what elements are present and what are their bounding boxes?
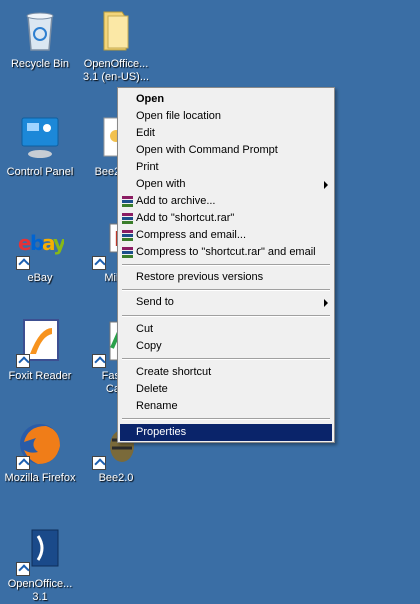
menu-item-open-with-command-prompt[interactable]: Open with Command Prompt <box>120 142 332 159</box>
winrar-icon <box>122 213 133 224</box>
svg-text:y: y <box>53 231 64 255</box>
folder-icon <box>92 6 140 54</box>
context-menu: Open Open file location Edit Open with C… <box>117 87 335 443</box>
control-panel-icon <box>16 114 64 162</box>
shortcut-arrow-icon <box>16 562 30 576</box>
menu-item-open-file-location[interactable]: Open file location <box>120 108 332 125</box>
winrar-icon <box>122 196 133 207</box>
menu-item-compress-and-email[interactable]: Compress and email... <box>120 227 332 244</box>
menu-separator <box>122 315 330 317</box>
desktop-icon-mozilla-firefox[interactable]: Mozilla Firefox <box>0 420 80 485</box>
shortcut-arrow-icon <box>16 256 30 270</box>
menu-item-label: Add to archive... <box>136 195 216 207</box>
desktop-icon-openoffice-folder[interactable]: OpenOffice... 3.1 (en-US)... <box>76 6 156 84</box>
menu-item-add-to-shortcut-rar[interactable]: Add to "shortcut.rar" <box>120 210 332 227</box>
menu-separator <box>122 264 330 266</box>
shortcut-arrow-icon <box>92 256 106 270</box>
menu-item-label: Add to "shortcut.rar" <box>136 212 235 224</box>
winrar-icon <box>122 230 133 241</box>
shortcut-arrow-icon <box>92 354 106 368</box>
menu-item-label: Compress and email... <box>136 229 247 241</box>
menu-separator <box>122 418 330 420</box>
desktop-icon-label: Mozilla Firefox <box>4 472 76 484</box>
menu-item-edit[interactable]: Edit <box>120 125 332 142</box>
winrar-icon <box>122 247 133 258</box>
desktop-icon-recycle-bin[interactable]: Recycle Bin <box>0 6 80 71</box>
desktop-icon-foxit-reader[interactable]: Foxit Reader <box>0 318 80 383</box>
recycle-bin-icon <box>16 6 64 54</box>
menu-item-delete[interactable]: Delete <box>120 381 332 398</box>
shortcut-arrow-icon <box>16 456 30 470</box>
menu-item-copy[interactable]: Copy <box>120 338 332 355</box>
desktop-icon-label: OpenOffice... 3.1 <box>7 578 73 603</box>
menu-item-send-to[interactable]: Send to <box>120 294 332 311</box>
foxit-reader-icon <box>16 318 64 368</box>
menu-item-add-to-archive[interactable]: Add to archive... <box>120 193 332 210</box>
menu-item-compress-to-shortcut-rar-and-email[interactable]: Compress to "shortcut.rar" and email <box>120 244 332 261</box>
desktop-icon-label: OpenOffice... 3.1 (en-US)... <box>82 58 150 83</box>
submenu-arrow-icon <box>324 299 328 307</box>
desktop-icon-control-panel[interactable]: Control Panel <box>0 114 80 179</box>
menu-item-print[interactable]: Print <box>120 159 332 176</box>
menu-item-restore-previous-versions[interactable]: Restore previous versions <box>120 269 332 286</box>
submenu-arrow-icon <box>324 181 328 189</box>
menu-item-label: Send to <box>136 296 174 308</box>
desktop-icon-ebay[interactable]: e b a y eBay <box>0 220 80 285</box>
menu-item-open-with[interactable]: Open with <box>120 176 332 193</box>
shortcut-arrow-icon <box>92 456 106 470</box>
desktop-icon-label: Control Panel <box>6 166 74 178</box>
firefox-icon <box>16 420 64 470</box>
menu-item-open[interactable]: Open <box>120 91 332 108</box>
menu-item-create-shortcut[interactable]: Create shortcut <box>120 364 332 381</box>
desktop-icon-label: Foxit Reader <box>8 370 72 382</box>
desktop-icon-label: Bee2.0 <box>98 472 134 484</box>
desktop-icon-label: eBay <box>27 272 53 284</box>
desktop-icon-label: Recycle Bin <box>10 58 70 70</box>
desktop-icon-openoffice[interactable]: OpenOffice... 3.1 <box>0 526 80 604</box>
menu-item-rename[interactable]: Rename <box>120 398 332 415</box>
menu-separator <box>122 289 330 291</box>
menu-item-label: Open with <box>136 178 186 190</box>
menu-separator <box>122 358 330 360</box>
openoffice-icon <box>16 526 64 576</box>
menu-item-cut[interactable]: Cut <box>120 321 332 338</box>
menu-item-label: Compress to "shortcut.rar" and email <box>136 246 316 258</box>
menu-item-properties[interactable]: Properties <box>120 424 332 441</box>
ebay-icon: e b a y <box>16 220 66 270</box>
shortcut-arrow-icon <box>16 354 30 368</box>
